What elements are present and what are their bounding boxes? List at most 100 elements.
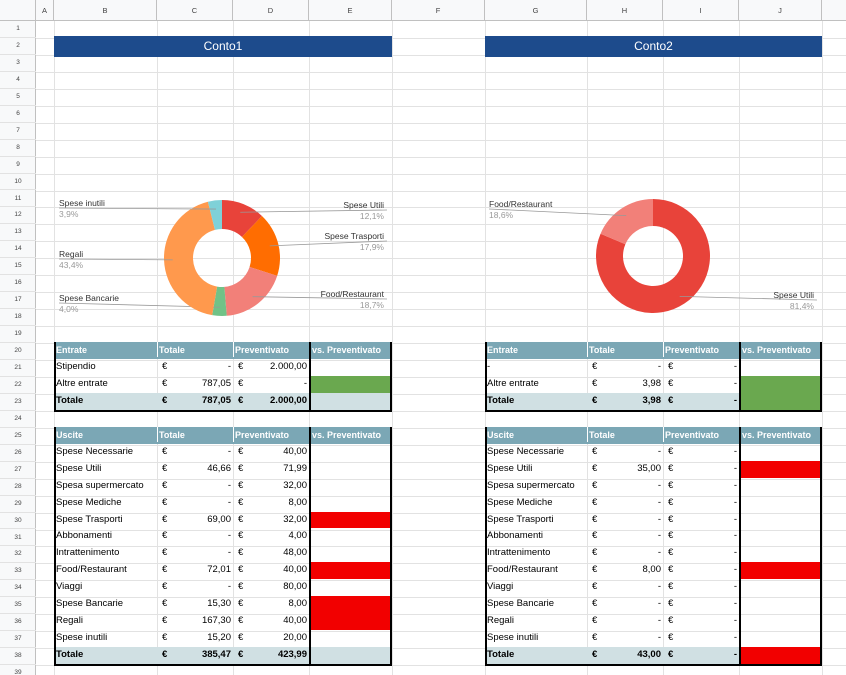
conto1-entrate-total-row[interactable]: Totale €787,05 €2.000,00 <box>56 392 390 410</box>
conto1-uscite-row[interactable]: Spese inutili €15,20 €20,00 <box>56 630 390 647</box>
conto2-uscite-row[interactable]: Spese Bancarie € - € - <box>487 596 820 613</box>
row-header-37[interactable]: 37 <box>0 631 36 649</box>
conto1-uscite-header-row[interactable]: Uscite Totale Preventivato vs. Preventivato <box>56 426 390 444</box>
conto2-entrate-cell-preventivato: - <box>733 377 737 389</box>
row-header-20[interactable]: 20 <box>0 343 36 360</box>
row-header-4[interactable]: 4 <box>0 72 36 89</box>
row-header-33[interactable]: 33 <box>0 563 36 581</box>
column-header-c[interactable]: C <box>157 0 233 21</box>
conto1-uscite-cell-totale: 46,66 <box>207 462 231 474</box>
conto1-uscite-row[interactable]: Viaggi € - €80,00 <box>56 579 390 596</box>
row-header-9[interactable]: 9 <box>0 157 36 174</box>
conto1-donut-chart[interactable]: Spese Utili12,1% Spese Trasporti17,9% Food… <box>54 190 392 320</box>
conto1-uscite-row[interactable]: Spese Necessarie € - €40,00 <box>56 444 390 461</box>
conto1-slice-regali[interactable] <box>164 201 218 316</box>
row-header-15[interactable]: 15 <box>0 258 36 276</box>
row-header-18[interactable]: 18 <box>0 309 36 327</box>
row-header-11[interactable]: 11 <box>0 191 36 208</box>
conto1-uscite-cell-totale: 167,30 <box>201 615 231 627</box>
row-header-26[interactable]: 26 <box>0 445 36 462</box>
row-header-3[interactable]: 3 <box>0 55 36 72</box>
conto2-uscite-header-row[interactable]: Uscite Totale Preventivato vs. Preventivato <box>487 426 820 444</box>
column-header-e[interactable]: E <box>309 0 392 21</box>
row-header-35[interactable]: 35 <box>0 597 36 615</box>
row-header-34[interactable]: 34 <box>0 580 36 598</box>
row-header-13[interactable]: 13 <box>0 224 36 242</box>
conto2-uscite-row[interactable]: Viaggi € - € - <box>487 579 820 596</box>
conto1-title-banner[interactable]: Conto1 <box>54 36 392 57</box>
conto1-entrate-row[interactable]: Stipendio € - €2.000,00 <box>56 359 390 376</box>
row-header-25[interactable]: 25 <box>0 428 36 445</box>
column-header-a[interactable]: A <box>36 0 54 21</box>
spreadsheet-grid[interactable]: ABCDEFGHIJ 1 2 3 4 5 6 7 8 9 10 11 12 13 14 15 16 17 18 19… <box>0 0 846 675</box>
conto1-uscite-row[interactable]: Abbonamenti € - €4,00 <box>56 528 390 545</box>
conto1-uscite-row[interactable]: Spesa supermercato € - €32,00 <box>56 478 390 495</box>
conto1-uscite-row[interactable]: Spese Trasporti €69,00 €32,00 <box>56 511 390 529</box>
row-header-1[interactable]: 1 <box>0 21 36 38</box>
conto1-uscite-row[interactable]: Spese Mediche € - €8,00 <box>56 495 390 512</box>
row-header-30[interactable]: 30 <box>0 513 36 530</box>
column-header-h[interactable]: H <box>587 0 663 21</box>
conto1-uscite-total-row[interactable]: Totale €385,47 €423,99 <box>56 647 390 665</box>
conto1-uscite-cell-totale: - <box>227 530 231 542</box>
conto2-entrate-cell-currency: € <box>592 377 598 389</box>
conto2-entrate-header-row[interactable]: Entrate Totale Preventivato vs. Preventivat… <box>487 342 820 359</box>
row-header-10[interactable]: 10 <box>0 174 36 191</box>
conto2-uscite-row[interactable]: Food/Restaurant €8,00 € - <box>487 562 820 580</box>
column-header-i[interactable]: I <box>663 0 739 21</box>
conto2-uscite-row[interactable]: Spese Mediche € - € - <box>487 495 820 512</box>
conto1-slice-food-restaurant[interactable] <box>224 266 278 316</box>
row-header-22[interactable]: 22 <box>0 377 36 394</box>
row-header-38[interactable]: 38 <box>0 648 36 666</box>
row-header-29[interactable]: 29 <box>0 496 36 513</box>
conto1-entrate-header-row[interactable]: Entrate Totale Preventivato vs. Preventivat… <box>56 342 390 359</box>
conto1-uscite-row[interactable]: Spese Utili €46,66 €71,99 <box>56 461 390 478</box>
row-header-5[interactable]: 5 <box>0 89 36 106</box>
row-header-17[interactable]: 17 <box>0 292 36 310</box>
conto2-uscite-total-row[interactable]: Totale €43,00 € - <box>487 647 820 665</box>
conto1-uscite-row[interactable]: Intrattenimento € - €48,00 <box>56 545 390 562</box>
column-header-f[interactable]: F <box>392 0 485 21</box>
conto2-uscite-row[interactable]: Spesa supermercato € - € - <box>487 478 820 495</box>
row-header-23[interactable]: 23 <box>0 394 36 411</box>
row-header-6[interactable]: 6 <box>0 106 36 123</box>
row-header-16[interactable]: 16 <box>0 275 36 293</box>
conto2-entrate-total-row[interactable]: Totale €3,98 € - <box>487 392 820 410</box>
row-header-39[interactable]: 39 <box>0 665 36 675</box>
row-header-19[interactable]: 19 <box>0 326 36 344</box>
select-all-corner[interactable] <box>0 0 36 21</box>
conto2-uscite-row[interactable]: Spese inutili € - € - <box>487 630 820 647</box>
row-header-36[interactable]: 36 <box>0 614 36 632</box>
column-header-j[interactable]: J <box>739 0 822 21</box>
row-header-24[interactable]: 24 <box>0 411 36 428</box>
conto1-uscite-row[interactable]: Regali €167,30 €40,00 <box>56 613 390 631</box>
row-header-2[interactable]: 2 <box>0 38 36 55</box>
conto2-uscite-row[interactable]: Regali € - € - <box>487 613 820 630</box>
conto1-uscite-row[interactable]: Spese Bancarie €15,30 €8,00 <box>56 596 390 614</box>
row-header-31[interactable]: 31 <box>0 530 36 547</box>
conto1-entrate-row[interactable]: Altre entrate €787,05 € - <box>56 375 390 393</box>
conto2-entrate-row[interactable]: Altre entrate €3,98 € - <box>487 375 820 393</box>
conto2-uscite-row[interactable]: Spese Necessarie € - € - <box>487 444 820 461</box>
conto2-title-banner[interactable]: Conto2 <box>485 36 822 57</box>
row-header-27[interactable]: 27 <box>0 462 36 479</box>
row-header-8[interactable]: 8 <box>0 140 36 157</box>
row-header-28[interactable]: 28 <box>0 479 36 496</box>
row-header-14[interactable]: 14 <box>0 241 36 259</box>
conto2-uscite-row[interactable]: Intrattenimento € - € - <box>487 545 820 562</box>
row-header-21[interactable]: 21 <box>0 360 36 377</box>
column-header-d[interactable]: D <box>233 0 309 21</box>
conto2-entrate-col-vs-preventivato: vs. Preventivato <box>742 345 812 356</box>
row-header-7[interactable]: 7 <box>0 123 36 140</box>
conto2-entrate-row[interactable]: - € - € - <box>487 359 820 376</box>
column-header-g[interactable]: G <box>485 0 587 21</box>
conto1-uscite-row[interactable]: Food/Restaurant €72,01 €40,00 <box>56 562 390 580</box>
conto2-uscite-row[interactable]: Spese Utili €35,00 € - <box>487 460 820 478</box>
conto2-uscite-row[interactable]: Abbonamenti € - € - <box>487 528 820 545</box>
row-header-32[interactable]: 32 <box>0 546 36 564</box>
conto2-donut-chart[interactable]: Spese Utili81,4% Food/Restaurant18,6% <box>485 190 822 320</box>
row-header-12[interactable]: 12 <box>0 207 36 225</box>
conto2-uscite-row[interactable]: Spese Trasporti € - € - <box>487 512 820 529</box>
conto1-uscite-cell-preventivato: 423,99 <box>277 649 307 661</box>
column-header-b[interactable]: B <box>54 0 157 21</box>
